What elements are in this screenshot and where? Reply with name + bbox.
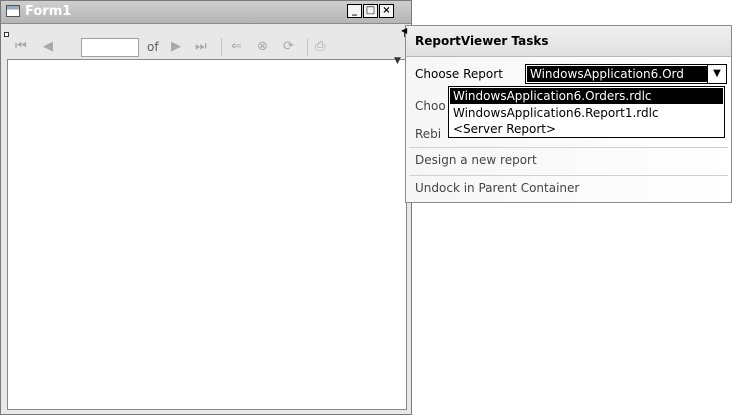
- dropdown-option[interactable]: WindowsApplication6.Orders.rdlc: [450, 88, 723, 104]
- next-page-icon[interactable]: ▶: [171, 39, 181, 54]
- resize-handle[interactable]: [4, 32, 9, 37]
- first-page-icon[interactable]: ⏮: [15, 39, 27, 54]
- form-window: Form1 _ □ × ⏮ ◀ of ▶ ⏭ ⇐ ⊗ ⟳ ⎙: [0, 0, 412, 415]
- page-number-input[interactable]: [81, 38, 139, 57]
- dropdown-option[interactable]: WindowsApplication6.Report1.rdlc: [450, 105, 723, 121]
- report-viewer-area[interactable]: [7, 59, 407, 410]
- refresh-icon[interactable]: ⟳: [283, 39, 294, 54]
- choose-data-sources-link[interactable]: Choo: [415, 99, 446, 113]
- window-title: Form1: [25, 4, 72, 19]
- print-icon[interactable]: ⎙: [315, 39, 325, 54]
- title-bar[interactable]: Form1 _ □ ×: [1, 1, 411, 24]
- toolbar-separator: [307, 38, 308, 56]
- close-button[interactable]: ×: [379, 4, 394, 18]
- divider: [409, 175, 728, 176]
- tasks-title: ReportViewer Tasks: [415, 34, 549, 48]
- dropdown-arrow-icon[interactable]: ▼: [707, 65, 726, 83]
- last-page-icon[interactable]: ⏭: [195, 39, 207, 54]
- divider: [409, 147, 728, 148]
- collapse-arrow-icon[interactable]: ◀: [401, 26, 410, 36]
- minimize-button[interactable]: _: [347, 4, 362, 18]
- stop-icon[interactable]: ⊗: [257, 39, 268, 54]
- back-icon[interactable]: ⇐: [231, 39, 242, 54]
- choose-report-label: Choose Report: [415, 67, 503, 81]
- smart-tag-icon[interactable]: ▼: [394, 56, 404, 66]
- form-icon: [6, 5, 20, 17]
- previous-page-icon[interactable]: ◀: [43, 39, 53, 54]
- dropdown-option[interactable]: <Server Report>: [450, 121, 723, 137]
- page-of-label: of: [147, 40, 159, 54]
- rebind-data-sources-link[interactable]: Rebi: [415, 127, 441, 141]
- report-dropdown-list: WindowsApplication6.Orders.rdlc WindowsA…: [448, 86, 725, 138]
- selected-report-value: WindowsApplication6.Ord: [527, 66, 707, 82]
- maximize-button[interactable]: □: [363, 4, 378, 18]
- undock-link[interactable]: Undock in Parent Container: [415, 181, 579, 195]
- design-new-report-link[interactable]: Design a new report: [415, 153, 537, 167]
- tasks-header: ◀ ReportViewer Tasks: [401, 26, 731, 57]
- toolbar-separator: [221, 38, 222, 56]
- report-toolbar: ⏮ ◀ of ▶ ⏭ ⇐ ⊗ ⟳ ⎙: [9, 35, 405, 60]
- choose-report-combo[interactable]: WindowsApplication6.Ord ▼: [525, 64, 727, 84]
